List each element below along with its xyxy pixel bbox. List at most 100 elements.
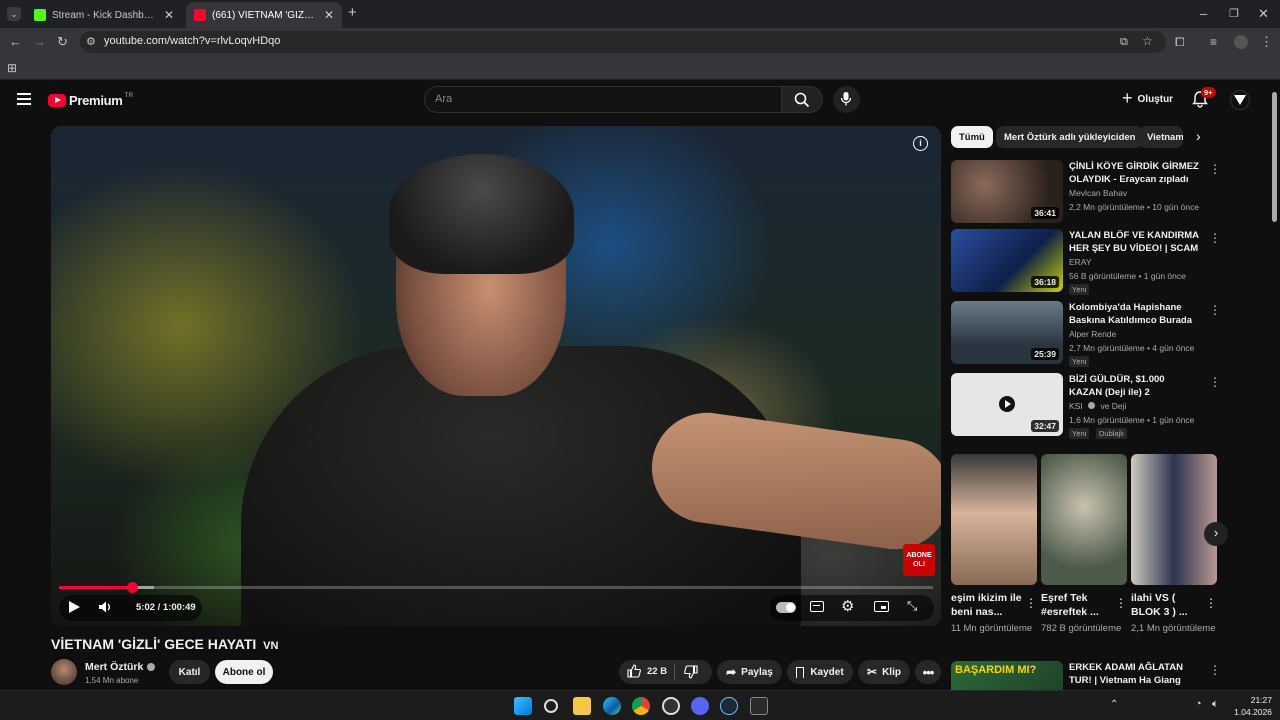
reading-list-icon[interactable]: ≡ xyxy=(1210,35,1217,49)
more-vertical-icon[interactable]: ⋮ xyxy=(1209,375,1221,389)
search-button[interactable] xyxy=(781,86,823,113)
related-video[interactable]: 25:39 Kolombiya'da Hapishane Baskına Kat… xyxy=(951,301,1221,367)
channel-name[interactable]: Mert Öztürk xyxy=(85,661,156,673)
autoplay-toggle[interactable] xyxy=(776,602,796,613)
subscribe-button[interactable]: Abone ol xyxy=(215,660,273,684)
short-title[interactable]: eşim ikizim ile beni nas... xyxy=(951,591,1023,619)
related-video-channel[interactable]: ERAY xyxy=(1069,257,1092,267)
tray-volume-icon[interactable]: 🔈︎ xyxy=(1212,698,1219,711)
install-app-icon[interactable]: ⧉ xyxy=(1120,35,1128,49)
search-icon[interactable] xyxy=(544,699,558,713)
related-video-channel[interactable]: Mevlcan Bahav xyxy=(1069,188,1127,198)
close-window-icon[interactable]: ✕ xyxy=(1258,7,1269,21)
restore-icon[interactable]: ❐ xyxy=(1229,7,1239,21)
chip-from-uploader[interactable]: Mert Öztürk adlı yükleyiciden xyxy=(996,126,1144,148)
youtube-premium-logo[interactable]: Premium TR xyxy=(48,91,133,109)
new-tab-button[interactable]: + xyxy=(348,5,357,20)
progress-scrubber[interactable] xyxy=(126,582,138,593)
info-icon[interactable]: i xyxy=(913,136,928,151)
minimize-icon[interactable]: – xyxy=(1200,7,1207,21)
progress-bar[interactable] xyxy=(59,582,933,593)
chrome-menu-icon[interactable]: ⋮ xyxy=(1260,35,1273,49)
short-item[interactable]: eşim ikizim ile beni nas... 11 Mn görünt… xyxy=(951,454,1037,635)
tray-wifi-icon[interactable]: ◔ xyxy=(1195,698,1202,710)
short-item[interactable]: ilahi VS ( BLOK 3 ) ... 2,1 Mn görüntüle… xyxy=(1131,454,1217,635)
related-video[interactable]: 36:18 YALAN BLÖF VE KANDIRMA HER ŞEY BU … xyxy=(951,229,1221,295)
related-video-title[interactable]: YALAN BLÖF VE KANDIRMA HER ŞEY BU VİDEO!… xyxy=(1069,229,1199,255)
extensions-icon[interactable]: ⧠ xyxy=(1175,35,1185,49)
edge-icon[interactable] xyxy=(603,697,621,715)
video-player[interactable]: i ABONE OL! 5:02 / 1:00:49 ⚙ ⤡ xyxy=(51,126,941,626)
fullscreen-icon[interactable]: ⤡ xyxy=(907,598,917,614)
page-scrollbar[interactable] xyxy=(1270,80,1280,690)
windows-start-icon[interactable] xyxy=(514,697,532,715)
video-thumbnail[interactable]: BAŞARDIM MI? xyxy=(951,661,1063,690)
related-video-channel[interactable]: Alper Rende xyxy=(1069,329,1116,339)
settings-gear-icon[interactable]: ⚙ xyxy=(841,597,854,615)
more-vertical-icon[interactable]: ⋮ xyxy=(1115,596,1127,610)
chrome-icon[interactable] xyxy=(632,697,650,715)
short-item[interactable]: Eşref Tek #esreftek ... 782 B görüntülem… xyxy=(1041,454,1127,635)
clip-button[interactable]: ✂ Klip xyxy=(858,660,910,684)
more-vertical-icon[interactable]: ⋮ xyxy=(1205,596,1217,610)
subtitles-button[interactable] xyxy=(810,601,824,612)
bookmark-star-icon[interactable]: ☆ xyxy=(1142,34,1153,48)
join-button[interactable]: Katıl xyxy=(169,660,210,684)
miniplayer-button[interactable] xyxy=(874,601,889,612)
video-thumbnail[interactable]: 36:18 xyxy=(951,229,1063,292)
save-button[interactable]: Kaydet xyxy=(787,660,853,684)
more-vertical-icon[interactable]: ⋮ xyxy=(1209,663,1221,677)
chip-all[interactable]: Tümü xyxy=(951,126,993,148)
shorts-next-button[interactable]: › xyxy=(1204,522,1228,546)
notifications-button[interactable]: 9+ xyxy=(1192,87,1216,110)
create-button[interactable]: + Oluştur xyxy=(1116,86,1180,113)
taskbar-date[interactable]: 1.04.2026 xyxy=(1226,707,1272,717)
more-vertical-icon[interactable]: ⋮ xyxy=(1209,303,1221,317)
account-avatar[interactable] xyxy=(1230,90,1250,110)
related-video-channel[interactable]: KSI ve Deji xyxy=(1069,401,1126,411)
epic-games-icon[interactable] xyxy=(750,697,768,715)
more-vertical-icon[interactable]: ⋮ xyxy=(1025,596,1037,610)
apps-grid-icon[interactable]: ⊞ xyxy=(7,61,17,75)
video-thumbnail[interactable]: 32:47 xyxy=(951,373,1063,436)
chip-vietnam[interactable]: Vietnam xyxy=(1139,126,1183,148)
obs-icon[interactable] xyxy=(662,697,680,715)
more-vertical-icon[interactable]: ⋮ xyxy=(1209,231,1221,245)
more-vertical-icon[interactable]: ⋮ xyxy=(1209,162,1221,176)
short-thumbnail[interactable] xyxy=(1041,454,1127,585)
close-tab-icon[interactable]: ✕ xyxy=(164,8,174,22)
back-icon[interactable]: ← xyxy=(9,35,22,49)
url-omnibox[interactable]: ⚙ youtube.com/watch?v=rlvLoqvHDqo ⧉ ☆ xyxy=(80,31,1166,53)
subscribe-overlay-watermark[interactable]: ABONE OL! xyxy=(903,544,935,576)
tab-youtube[interactable]: (661) VİETNAM 'GİZLİ' GECE HA... ✕ xyxy=(186,2,342,28)
profile-avatar[interactable] xyxy=(1234,35,1248,49)
short-title[interactable]: ilahi VS ( BLOK 3 ) ... xyxy=(1131,591,1203,619)
tab-kick-dashboard[interactable]: Stream - Kick Dashboard ✕ xyxy=(26,2,182,28)
taskbar-clock[interactable]: 21:27 xyxy=(1246,695,1272,705)
voice-search-button[interactable] xyxy=(833,86,860,113)
forward-icon[interactable]: → xyxy=(33,35,46,49)
short-thumbnail[interactable] xyxy=(1131,454,1217,585)
file-explorer-icon[interactable] xyxy=(573,697,591,715)
play-button[interactable] xyxy=(67,600,81,614)
site-info-icon[interactable]: ⚙ xyxy=(86,35,96,49)
discord-icon[interactable] xyxy=(691,697,709,715)
tray-chevron-icon[interactable]: ⌃ xyxy=(1110,699,1118,710)
video-thumbnail[interactable]: 36:41 xyxy=(951,160,1063,223)
related-video-title[interactable]: ERKEK ADAMI AĞLATAN TUR! | Vietnam Ha Gi… xyxy=(1069,661,1199,687)
scrollbar-thumb[interactable] xyxy=(1272,92,1277,222)
more-actions-button[interactable]: ••• xyxy=(915,660,941,684)
hamburger-menu-icon[interactable] xyxy=(17,93,31,105)
dislike-button[interactable] xyxy=(684,665,698,679)
share-button[interactable]: ➦ Paylaş xyxy=(717,660,782,684)
tab-search-icon[interactable]: ⌄ xyxy=(7,7,21,21)
close-tab-icon[interactable]: ✕ xyxy=(324,8,334,22)
short-title[interactable]: Eşref Tek #esreftek ... xyxy=(1041,591,1113,619)
steam-icon[interactable] xyxy=(720,697,738,715)
short-thumbnail[interactable] xyxy=(951,454,1037,585)
like-button[interactable]: 22 B xyxy=(627,664,667,678)
reload-icon[interactable]: ↻ xyxy=(57,35,68,49)
search-input[interactable]: Ara xyxy=(424,86,782,113)
video-thumbnail[interactable]: 25:39 xyxy=(951,301,1063,364)
volume-button[interactable] xyxy=(98,600,112,614)
